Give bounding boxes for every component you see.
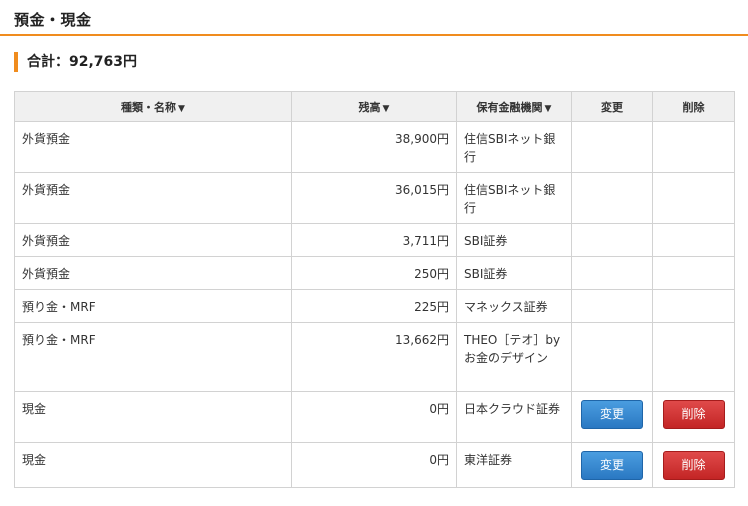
cell-balance: 250円: [291, 256, 457, 290]
table-row: 現金 0円 東洋証券 変更 削除: [14, 442, 735, 488]
header-institution-label: 保有金融機関: [476, 100, 543, 114]
cell-delete: 削除: [652, 442, 735, 488]
cell-balance: 13,662円: [291, 322, 457, 392]
cell-delete-empty: [652, 223, 735, 257]
cell-delete-empty: [652, 256, 735, 290]
cell-delete-empty: [652, 172, 735, 224]
table-row: 外貨預金 36,015円 住信SBIネット銀行: [14, 172, 735, 224]
cell-balance: 38,900円: [291, 121, 457, 173]
cell-delete-empty: [652, 322, 735, 392]
cell-edit-empty: [571, 256, 653, 290]
sort-desc-icon[interactable]: ▼: [545, 104, 552, 114]
header-delete: 削除: [652, 91, 735, 122]
header-institution[interactable]: 保有金融機関 ▼: [456, 91, 572, 122]
cell-edit-empty: [571, 121, 653, 173]
cell-institution: SBI証券: [456, 223, 572, 257]
cell-type: 現金: [14, 391, 292, 443]
delete-button[interactable]: 削除: [662, 451, 725, 480]
cell-edit-empty: [571, 289, 653, 323]
edit-button[interactable]: 変更: [581, 451, 643, 480]
cell-type: 預り金・MRF: [14, 322, 292, 392]
cell-edit: 変更: [571, 391, 653, 443]
cell-institution: THEO［テオ］by お金のデザイン: [456, 322, 572, 392]
cell-balance: 0円: [291, 391, 457, 443]
cell-type: 外貨預金: [14, 121, 292, 173]
cell-type: 外貨預金: [14, 172, 292, 224]
cell-balance: 0円: [291, 442, 457, 488]
header-balance-label: 残高: [358, 100, 381, 114]
delete-button[interactable]: 削除: [662, 400, 725, 429]
cell-institution: マネックス証券: [456, 289, 572, 323]
total-amount: 合計：92,763円: [14, 52, 137, 72]
cell-edit-empty: [571, 223, 653, 257]
table-header-row: 種類・名称 ▼ 残高 ▼ 保有金融機関 ▼ 変更 削除: [14, 91, 735, 122]
header-type[interactable]: 種類・名称 ▼: [14, 91, 292, 122]
cell-type: 預り金・MRF: [14, 289, 292, 323]
cell-institution: 住信SBIネット銀行: [456, 172, 572, 224]
assets-table: 種類・名称 ▼ 残高 ▼ 保有金融機関 ▼ 変更 削除 外貨預金 38,900円 住信…: [14, 91, 735, 488]
cell-delete: 削除: [652, 391, 735, 443]
header-balance[interactable]: 残高 ▼: [291, 91, 457, 122]
table-row: 預り金・MRF 13,662円 THEO［テオ］by お金のデザイン: [14, 322, 735, 392]
cell-delete-empty: [652, 121, 735, 173]
header-edit: 変更: [571, 91, 653, 122]
cell-type: 現金: [14, 442, 292, 488]
table-row: 現金 0円 日本クラウド証券 変更 削除: [14, 391, 735, 443]
cell-edit: 変更: [571, 442, 653, 488]
cell-type: 外貨預金: [14, 256, 292, 290]
table-row: 外貨預金 38,900円 住信SBIネット銀行: [14, 121, 735, 173]
page-title: 預金・現金: [14, 11, 92, 29]
cell-delete-empty: [652, 289, 735, 323]
cell-institution: 住信SBIネット銀行: [456, 121, 572, 173]
sort-desc-icon[interactable]: ▼: [383, 104, 390, 114]
edit-button[interactable]: 変更: [581, 400, 643, 429]
cell-balance: 225円: [291, 289, 457, 323]
cell-institution: SBI証券: [456, 256, 572, 290]
cell-type: 外貨預金: [14, 223, 292, 257]
cell-institution: 東洋証券: [456, 442, 572, 488]
cell-balance: 3,711円: [291, 223, 457, 257]
title-divider: [0, 34, 748, 36]
header-type-label: 種類・名称: [121, 100, 177, 114]
cell-edit-empty: [571, 322, 653, 392]
cell-institution: 日本クラウド証券: [456, 391, 572, 443]
table-row: 外貨預金 250円 SBI証券: [14, 256, 735, 290]
table-row: 外貨預金 3,711円 SBI証券: [14, 223, 735, 257]
table-row: 預り金・MRF 225円 マネックス証券: [14, 289, 735, 323]
sort-desc-icon[interactable]: ▼: [178, 104, 185, 114]
cell-balance: 36,015円: [291, 172, 457, 224]
cell-edit-empty: [571, 172, 653, 224]
